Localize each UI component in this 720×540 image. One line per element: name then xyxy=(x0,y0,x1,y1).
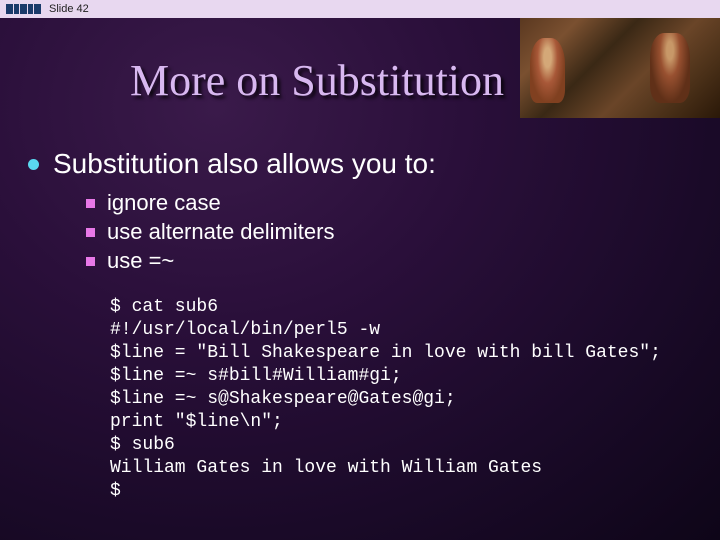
sub-point-text: use =~ xyxy=(107,248,174,274)
code-line: $ sub6 xyxy=(110,435,175,455)
code-line: $line = "Bill Shakespeare in love with b… xyxy=(110,343,661,363)
bullet-level2: use alternate delimiters xyxy=(86,219,700,245)
code-line: $ cat sub6 xyxy=(110,297,218,317)
main-point-text: Substitution also allows you to: xyxy=(53,148,436,180)
bullet-level1: Substitution also allows you to: xyxy=(28,148,700,180)
square-bullet-icon xyxy=(86,199,95,208)
slide-content: Substitution also allows you to: ignore … xyxy=(28,148,700,503)
code-line: William Gates in love with William Gates xyxy=(110,458,542,478)
code-line: $line =~ s@Shakespeare@Gates@gi; xyxy=(110,389,456,409)
code-line: #!/usr/local/bin/perl5 -w xyxy=(110,320,380,340)
sub-point-text: ignore case xyxy=(107,190,221,216)
logo xyxy=(6,4,41,14)
code-example: $ cat sub6 #!/usr/local/bin/perl5 -w $li… xyxy=(110,296,700,503)
top-bar: Slide 42 xyxy=(0,0,720,18)
sub-bullet-list: ignore case use alternate delimiters use… xyxy=(86,190,700,274)
slide-title: More on Substitution xyxy=(130,55,504,106)
decorative-painting xyxy=(520,18,720,118)
disc-bullet-icon xyxy=(28,159,39,170)
sub-point-text: use alternate delimiters xyxy=(107,219,334,245)
bullet-level2: use =~ xyxy=(86,248,700,274)
bullet-level2: ignore case xyxy=(86,190,700,216)
code-line: print "$line\n"; xyxy=(110,412,283,432)
square-bullet-icon xyxy=(86,228,95,237)
square-bullet-icon xyxy=(86,257,95,266)
code-line: $line =~ s#bill#William#gi; xyxy=(110,366,402,386)
code-line: $ xyxy=(110,481,121,501)
slide-number: Slide 42 xyxy=(49,3,89,15)
